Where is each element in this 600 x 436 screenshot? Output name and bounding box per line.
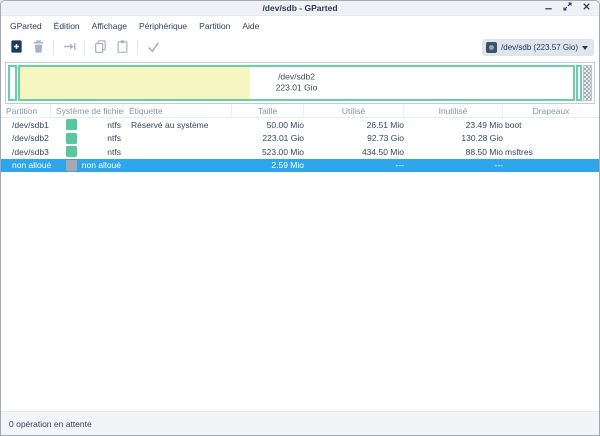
device-selector-value: /dev/sdb (223.57 Gio) xyxy=(501,43,578,52)
cell-filesystem: ntfs xyxy=(51,146,124,157)
filesystem-name: ntfs xyxy=(107,120,121,130)
cell-used: --- xyxy=(304,160,404,170)
disk-segment-sdb3[interactable] xyxy=(576,65,582,101)
gparted-window: /dev/sdb - GParted GPartedÉditionAfficha… xyxy=(0,0,600,436)
disk-segment-unallocated[interactable] xyxy=(583,65,592,101)
cell-size: 523.00 Mio xyxy=(232,147,304,157)
column-header-5[interactable]: Inutilisé xyxy=(404,104,503,117)
cell-filesystem: ntfs xyxy=(51,119,124,130)
window-title: /dev/sdb - GParted xyxy=(1,3,599,13)
cell-partition: /dev/sdb3 xyxy=(1,147,51,157)
cell-used: 26.51 Mio xyxy=(304,120,404,130)
restore-button[interactable] xyxy=(561,2,573,14)
device-selector[interactable]: /dev/sdb (223.57 Gio) xyxy=(482,39,594,56)
minimize-button[interactable] xyxy=(542,2,554,14)
close-button[interactable] xyxy=(580,2,592,14)
cell-partition: /dev/sdb2 xyxy=(1,133,51,143)
window-controls xyxy=(542,2,599,14)
partition-table: PartitionSystème de fichiersÉtiquetteTai… xyxy=(1,104,599,172)
toolbar-buttons xyxy=(5,37,164,58)
toolbar-new-partition-button[interactable] xyxy=(5,37,27,58)
trash-icon xyxy=(31,39,46,57)
column-header-0[interactable]: Partition xyxy=(1,104,51,117)
menu-gparted[interactable]: GParted xyxy=(4,19,48,33)
toolbar-paste-button[interactable] xyxy=(111,37,133,58)
copy-icon xyxy=(93,39,108,57)
cell-size: 50.00 Mio xyxy=(232,120,304,130)
status-bar: 0 opération en attente xyxy=(1,411,599,435)
table-header-row: PartitionSystème de fichiersÉtiquetteTai… xyxy=(1,104,599,118)
new-icon xyxy=(9,39,24,57)
cell-label: Réservé au système xyxy=(124,120,232,130)
toolbar-separator xyxy=(84,40,85,55)
column-header-3[interactable]: Taille xyxy=(232,104,304,117)
pending-operations-text: 0 opération en attente xyxy=(9,419,92,429)
cell-filesystem: ntfs xyxy=(51,133,124,144)
chevron-down-icon xyxy=(582,46,588,50)
cell-partition: /dev/sdb1 xyxy=(1,120,51,130)
toolbar-copy-button[interactable] xyxy=(89,37,111,58)
column-header-4[interactable]: Utilisé xyxy=(304,104,404,117)
empty-area xyxy=(1,172,599,411)
menu-affichage[interactable]: Affichage xyxy=(86,19,133,33)
toolbar-delete-partition-button[interactable] xyxy=(27,37,49,58)
disk-visual-bar: /dev/sdb2223.01 Gio xyxy=(5,62,595,104)
restore-icon xyxy=(562,0,573,17)
check-icon xyxy=(146,39,161,57)
table-body: /dev/sdb1ntfsRéservé au système50.00 Mio… xyxy=(1,118,599,172)
cell-unused: 23.49 Mio xyxy=(404,120,503,130)
filesystem-color-swatch xyxy=(66,146,77,157)
table-row[interactable]: /dev/sdb2 ntfs 223.01 Gio92.73 Gio130.28 G… xyxy=(1,132,599,146)
cell-unused: 88.50 Mio xyxy=(404,147,503,157)
cell-used: 434.50 Mio xyxy=(304,147,404,157)
filesystem-color-swatch xyxy=(66,160,77,171)
table-row[interactable]: non allouénon alloué2.59 Mio------ xyxy=(1,159,599,173)
menu-edition[interactable]: Édition xyxy=(48,19,86,33)
cell-size: 223.01 Gio xyxy=(232,133,304,143)
hard-drive-icon xyxy=(486,42,497,53)
menu-partition[interactable]: Partition xyxy=(193,19,236,33)
cell-unused: --- xyxy=(404,160,503,170)
title-bar: /dev/sdb - GParted xyxy=(1,1,599,16)
toolbar-separator xyxy=(137,40,138,55)
toolbar-resize-move-button[interactable] xyxy=(58,37,80,58)
table-row[interactable]: /dev/sdb1 ntfsRéservé au système50.00 Mio… xyxy=(1,118,599,132)
toolbar: /dev/sdb (223.57 Gio) xyxy=(1,35,599,60)
filesystem-name: non alloué xyxy=(82,160,121,170)
cell-unused: 130.28 Gio xyxy=(404,133,503,143)
disk-segment-sdb1[interactable] xyxy=(8,65,17,101)
table-row[interactable]: /dev/sdb3 ntfs 523.00 Mio434.50 Mio88.50 M… xyxy=(1,145,599,159)
filesystem-color-swatch xyxy=(66,133,77,144)
toolbar-apply-button[interactable] xyxy=(142,37,164,58)
close-icon xyxy=(581,0,592,17)
disk-segment-label: /dev/sdb2223.01 Gio xyxy=(276,72,318,95)
filesystem-name: ntfs xyxy=(107,133,121,143)
cell-partition: non alloué xyxy=(1,160,51,170)
menu-bar: GPartedÉditionAffichagePériphériqueParti… xyxy=(1,16,599,35)
cell-used: 92.73 Gio xyxy=(304,133,404,143)
cell-flags: msftres xyxy=(503,147,599,157)
filesystem-color-swatch xyxy=(66,119,77,130)
toolbar-separator xyxy=(53,40,54,55)
cell-filesystem: non alloué xyxy=(51,160,124,171)
cell-size: 2.59 Mio xyxy=(232,160,304,170)
filesystem-name: ntfs xyxy=(107,147,121,157)
menu-aide[interactable]: Aide xyxy=(236,19,265,33)
column-header-2[interactable]: Étiquette xyxy=(124,104,232,117)
cell-flags: boot xyxy=(503,120,599,130)
paste-icon xyxy=(115,39,130,57)
resize-icon xyxy=(62,39,77,57)
used-space-fill xyxy=(20,67,250,99)
menu-peripherique[interactable]: Périphérique xyxy=(133,19,193,33)
column-header-6[interactable]: Drapeaux xyxy=(503,104,599,117)
minimize-icon xyxy=(543,0,554,17)
column-header-1[interactable]: Système de fichiers xyxy=(51,104,124,117)
disk-segment-sdb2[interactable]: /dev/sdb2223.01 Gio xyxy=(18,65,575,101)
